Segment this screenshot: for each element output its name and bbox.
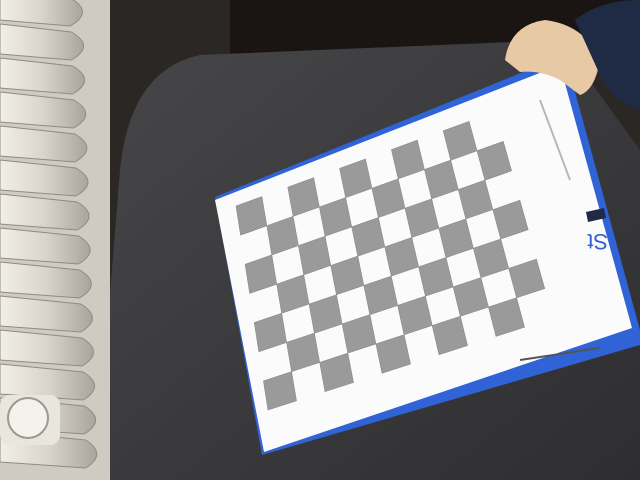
- photo-scene: St: [0, 0, 640, 480]
- radiator-valve-knob: [0, 395, 60, 445]
- board-text: St: [587, 229, 608, 254]
